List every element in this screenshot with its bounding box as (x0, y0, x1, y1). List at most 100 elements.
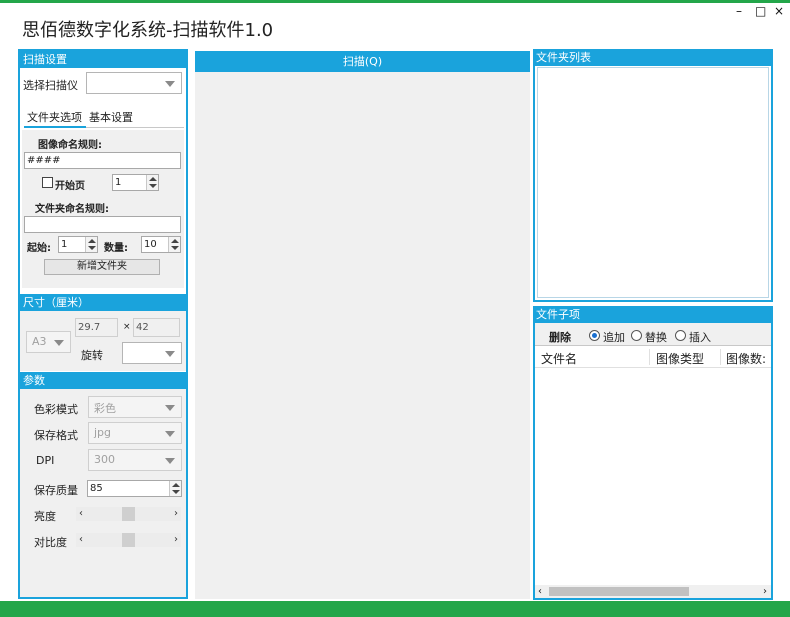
chevron-down-icon (165, 458, 175, 464)
brightness-thumb[interactable] (122, 507, 135, 521)
chevron-down-icon (165, 431, 175, 437)
contrast-slider[interactable]: ‹ › (76, 533, 181, 547)
folder-list-header: 文件夹列表 (533, 49, 773, 66)
minimize-button[interactable]: – (736, 4, 742, 18)
close-button[interactable]: × (774, 4, 784, 18)
width-input[interactable]: 29.7 (75, 318, 118, 337)
column-divider (720, 349, 721, 365)
start-page-checkbox[interactable] (42, 177, 53, 188)
column-header-image-type[interactable]: 图像类型 (656, 350, 704, 367)
file-items-table[interactable]: 文件名 图像类型 图像数: ‹ › (535, 345, 771, 598)
mode-replace-label: 替换 (645, 331, 667, 344)
up-arrow-icon (149, 177, 157, 181)
add-folder-button[interactable]: 新增文件夹 (44, 259, 160, 275)
mode-append-radio[interactable] (589, 330, 600, 341)
scroll-left-icon[interactable]: ‹ (538, 585, 542, 598)
contrast-thumb[interactable] (122, 533, 135, 547)
down-arrow-icon (171, 246, 179, 250)
up-arrow-icon (88, 239, 96, 243)
down-arrow-icon (149, 184, 157, 188)
horizontal-scrollbar[interactable]: ‹ › (535, 585, 771, 598)
mode-insert-label: 插入 (689, 331, 711, 344)
stepper-buttons[interactable] (168, 237, 180, 252)
table-header-row: 文件名 图像类型 图像数: (535, 346, 771, 368)
scan-button[interactable]: 扫描(Q) (195, 51, 530, 72)
start-page-stepper[interactable]: 1 (112, 174, 159, 191)
format-label: 保存格式 (34, 429, 78, 442)
params-header: 参数 (20, 372, 186, 389)
count-label: 数量: (104, 243, 128, 254)
right-arrow-icon[interactable]: › (174, 507, 178, 521)
quality-value: 85 (90, 483, 103, 494)
scanner-label: 选择扫描仪 (23, 79, 78, 92)
delete-button[interactable]: 删除 (549, 329, 571, 345)
mode-append-label: 追加 (603, 331, 625, 344)
column-divider (649, 349, 650, 365)
paper-size-value: A3 (32, 335, 47, 348)
size-header: 尺寸（厘米） (20, 294, 186, 311)
tab-basic-settings[interactable]: 基本设置 (89, 109, 133, 125)
start-stepper[interactable]: 1 (58, 236, 98, 253)
start-page-value: 1 (115, 177, 122, 188)
count-value: 10 (144, 239, 157, 250)
folder-list[interactable] (533, 66, 773, 302)
stepper-buttons[interactable] (169, 481, 181, 496)
rotate-label: 旋转 (81, 349, 103, 362)
left-arrow-icon[interactable]: ‹ (79, 507, 83, 521)
height-input[interactable]: 42 (133, 318, 180, 337)
stepper-buttons[interactable] (146, 175, 158, 190)
scan-preview-area (195, 72, 530, 599)
folder-list-inner (537, 67, 769, 298)
chevron-down-icon (165, 351, 175, 357)
format-select[interactable]: jpg (88, 422, 182, 444)
file-items-header: 文件子项 (533, 306, 773, 323)
column-header-image-count[interactable]: 图像数: (726, 350, 766, 367)
color-mode-select[interactable]: 彩色 (88, 396, 182, 418)
brightness-slider[interactable]: ‹ › (76, 507, 181, 521)
dpi-value: 300 (94, 453, 115, 466)
start-label: 起始: (27, 243, 51, 254)
up-arrow-icon (172, 483, 180, 487)
quality-label: 保存质量 (34, 484, 78, 497)
down-arrow-icon (88, 246, 96, 250)
right-arrow-icon[interactable]: › (174, 533, 178, 547)
up-arrow-icon (171, 239, 179, 243)
down-arrow-icon (172, 490, 180, 494)
brightness-label: 亮度 (34, 510, 56, 523)
status-bar (0, 601, 790, 617)
left-arrow-icon[interactable]: ‹ (79, 533, 83, 547)
window-title: 思佰德数字化系统-扫描软件1.0 (22, 20, 274, 41)
format-value: jpg (94, 426, 112, 439)
maximize-button[interactable]: □ (755, 4, 766, 18)
dpi-label: DPI (36, 454, 55, 467)
scrollbar-thumb[interactable] (549, 587, 689, 596)
chevron-down-icon (54, 340, 64, 346)
times-sign: × (123, 322, 131, 332)
start-page-label: 开始页 (55, 181, 85, 192)
contrast-label: 对比度 (34, 536, 67, 549)
folder-naming-input[interactable] (24, 216, 181, 233)
image-naming-input[interactable]: #### (24, 152, 181, 169)
color-mode-value: 彩色 (94, 402, 116, 415)
window-top-accent (0, 0, 790, 3)
chevron-down-icon (165, 81, 175, 87)
color-mode-label: 色彩模式 (34, 403, 78, 416)
mode-replace-radio[interactable] (631, 330, 642, 341)
scan-settings-header: 扫描设置 (20, 51, 186, 68)
scanner-select[interactable] (86, 72, 182, 94)
image-naming-label: 图像命名规则: (38, 140, 102, 151)
paper-size-select[interactable]: A3 (26, 331, 71, 353)
mode-insert-radio[interactable] (675, 330, 686, 341)
folder-naming-label: 文件夹命名规则: (35, 204, 109, 215)
chevron-down-icon (165, 405, 175, 411)
count-stepper[interactable]: 10 (141, 236, 181, 253)
tab-active-indicator (24, 126, 86, 128)
tab-folder-options[interactable]: 文件夹选项 (27, 109, 82, 125)
scroll-right-icon[interactable]: › (763, 585, 767, 598)
start-value: 1 (61, 239, 68, 250)
rotate-select[interactable] (122, 342, 182, 364)
quality-stepper[interactable]: 85 (87, 480, 182, 497)
stepper-buttons[interactable] (85, 237, 97, 252)
dpi-select[interactable]: 300 (88, 449, 182, 471)
column-header-filename[interactable]: 文件名 (541, 350, 577, 367)
